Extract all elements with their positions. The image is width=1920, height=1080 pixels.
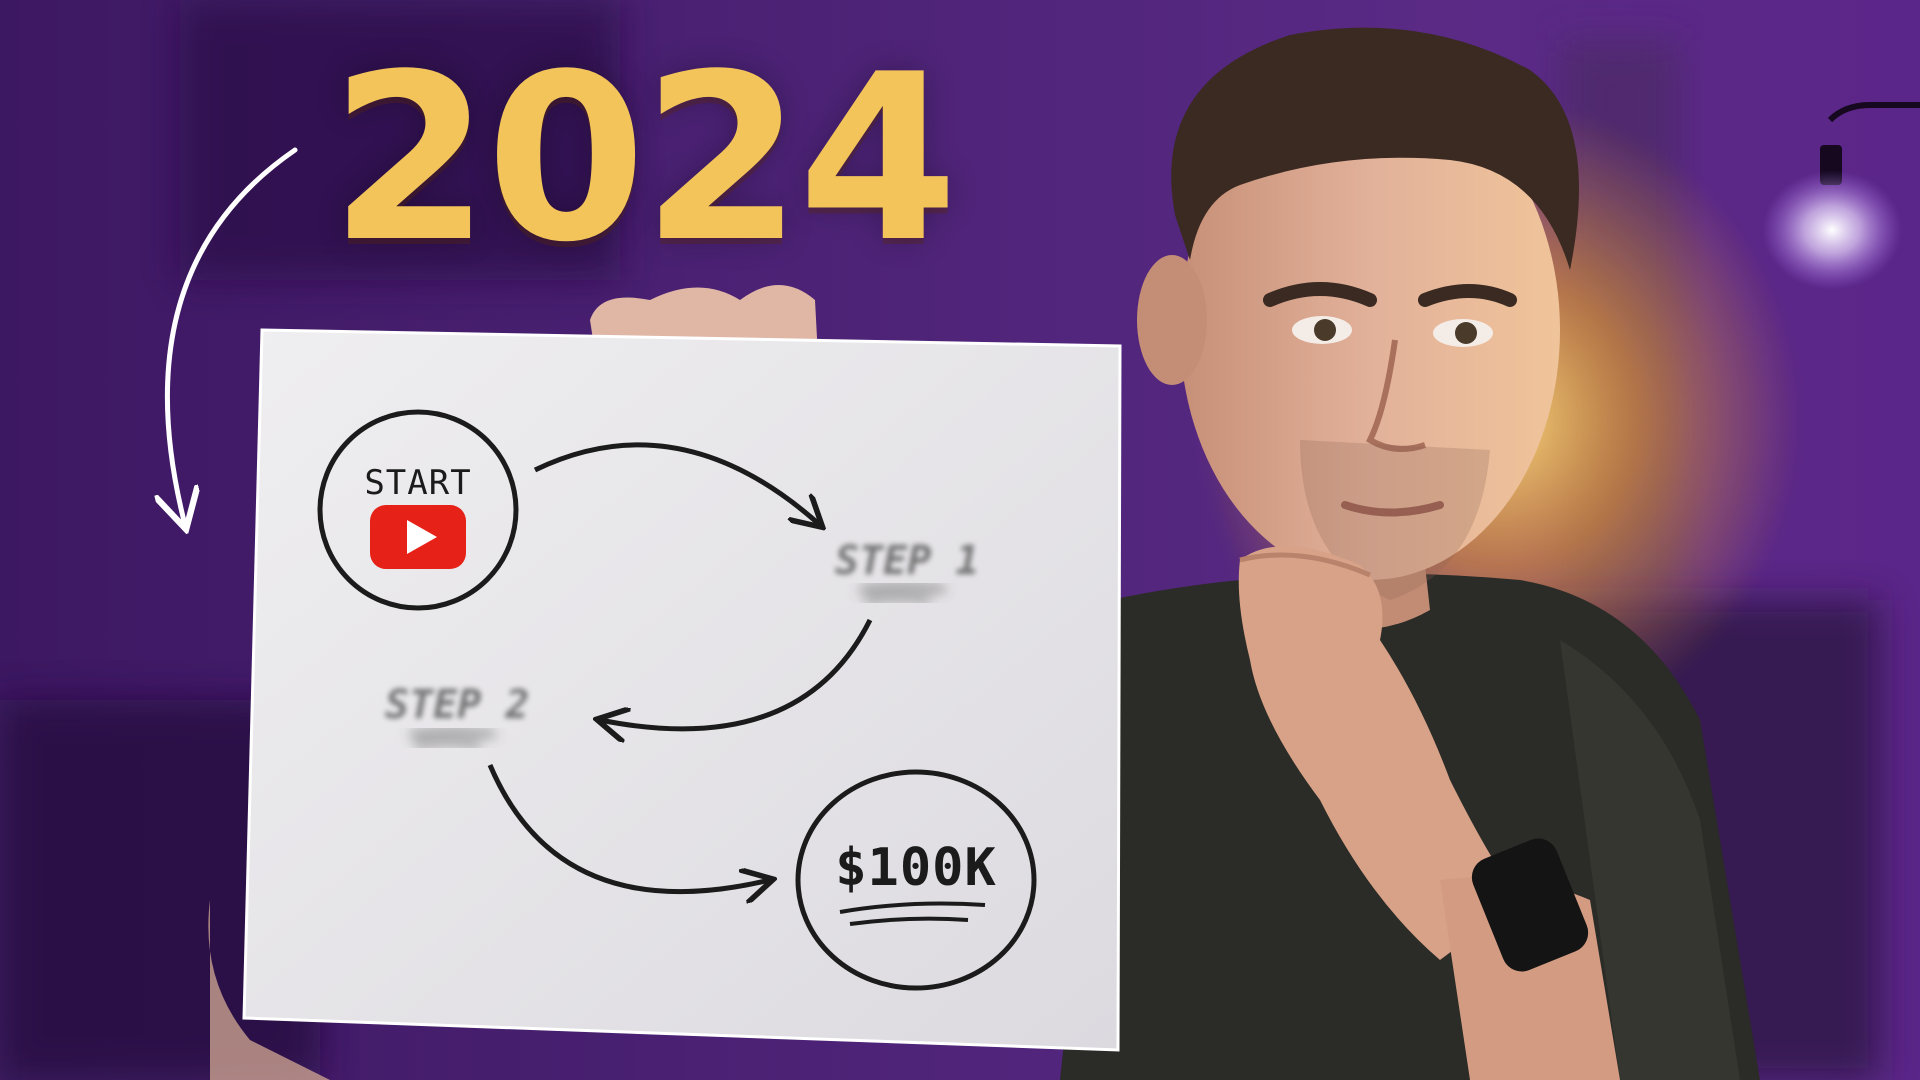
thumbnail-scene: 2024 START STEP 1 STEP 2 $100K <box>0 0 1920 1080</box>
step1-label: STEP 1 <box>835 538 980 584</box>
headline-year: 2024 <box>330 26 958 293</box>
person-ear <box>1137 255 1207 385</box>
person-left-iris <box>1314 319 1336 341</box>
start-label: START <box>364 463 472 503</box>
goal-label: $100K <box>835 838 997 898</box>
step2-label: STEP 2 <box>385 682 530 728</box>
person-right-iris <box>1455 322 1477 344</box>
paper-sheet <box>242 328 1122 1052</box>
lamp-bulb-glow <box>1762 170 1902 290</box>
